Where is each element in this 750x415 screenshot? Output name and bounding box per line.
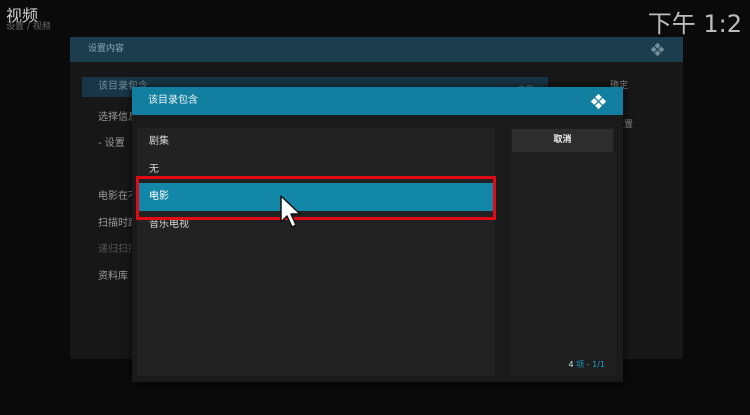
background-dialog-title: 设置内容	[88, 44, 125, 54]
content-type-list: 剧集 无 电影 音乐电视	[137, 128, 495, 376]
mouse-cursor-icon	[280, 195, 301, 228]
background-row[interactable]: 资料库	[98, 267, 128, 282]
background-dialog-header: 设置内容	[70, 37, 683, 62]
highlight-box	[136, 176, 496, 220]
top-subtitle: 设置 / 视频	[6, 22, 51, 32]
item-counter-text: 项 - 1/1	[576, 360, 605, 369]
background-row[interactable]: - 设置	[98, 134, 125, 149]
kodi-logo-icon	[590, 93, 607, 110]
dialog-header: 该目录包含	[132, 87, 623, 115]
clock: 下午 1:2	[647, 10, 742, 38]
cancel-button[interactable]: 取消	[512, 129, 613, 152]
item-counter: 4 项 - 1/1	[569, 359, 606, 370]
kodi-logo-icon	[650, 42, 665, 57]
dialog-title: 该目录包含	[148, 95, 198, 106]
content-type-dialog: 该目录包含 剧集 无 电影 音乐电视 取消 4 项 - 1/1	[132, 87, 623, 382]
item-counter-number: 4	[568, 360, 574, 369]
list-item-tvshows[interactable]: 剧集	[137, 128, 495, 156]
dialog-side-panel: 取消 4 项 - 1/1	[510, 128, 615, 376]
